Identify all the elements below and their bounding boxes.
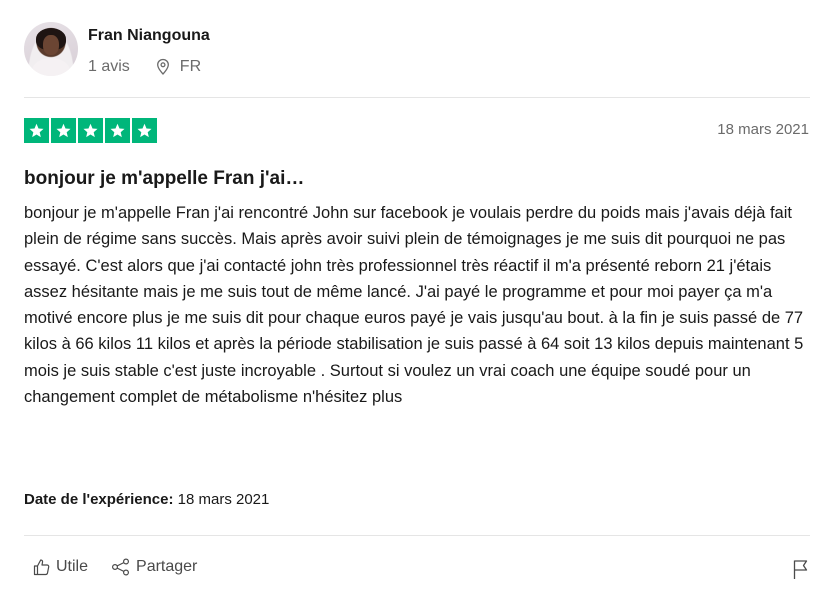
star-icon — [78, 118, 103, 143]
avatar[interactable] — [24, 22, 78, 76]
star-icon — [51, 118, 76, 143]
review-date: 18 mars 2021 — [717, 121, 809, 138]
useful-button[interactable]: Utile — [32, 557, 88, 577]
share-label: Partager — [136, 558, 198, 575]
location-pin-icon — [154, 58, 172, 76]
star-rating — [24, 118, 157, 143]
star-icon — [24, 118, 49, 143]
flag-icon[interactable] — [792, 558, 810, 585]
experience-date: Date de l'expérience: 18 mars 2021 — [24, 491, 269, 508]
review-title[interactable]: bonjour je m'appelle Fran j'ai… — [24, 167, 304, 191]
review-body: bonjour je m'appelle Fran j'ai rencontré… — [24, 204, 804, 407]
review-card: Fran Niangouna 1 avis FR 18 mars 2021 bo… — [0, 0, 832, 602]
review-actions: Utile Partager — [32, 557, 197, 577]
divider — [24, 535, 810, 536]
reviewer-info: Fran Niangouna 1 avis FR — [88, 22, 210, 77]
reviewer-meta: 1 avis FR — [88, 57, 210, 77]
star-icon — [105, 118, 130, 143]
star-icon — [132, 118, 157, 143]
reviewer-country: FR — [179, 58, 202, 75]
experience-date-label: Date de l'expérience: — [24, 491, 174, 508]
thumbs-up-icon — [33, 559, 50, 576]
useful-label: Utile — [56, 558, 89, 575]
reviewer-header: Fran Niangouna 1 avis FR — [24, 22, 210, 77]
divider — [24, 97, 810, 98]
share-button[interactable]: Partager — [110, 557, 197, 577]
reviewer-name[interactable]: Fran Niangouna — [88, 26, 210, 46]
experience-date-value: 18 mars 2021 — [177, 491, 270, 508]
share-icon — [112, 558, 130, 576]
review-count: 1 avis — [88, 58, 130, 75]
